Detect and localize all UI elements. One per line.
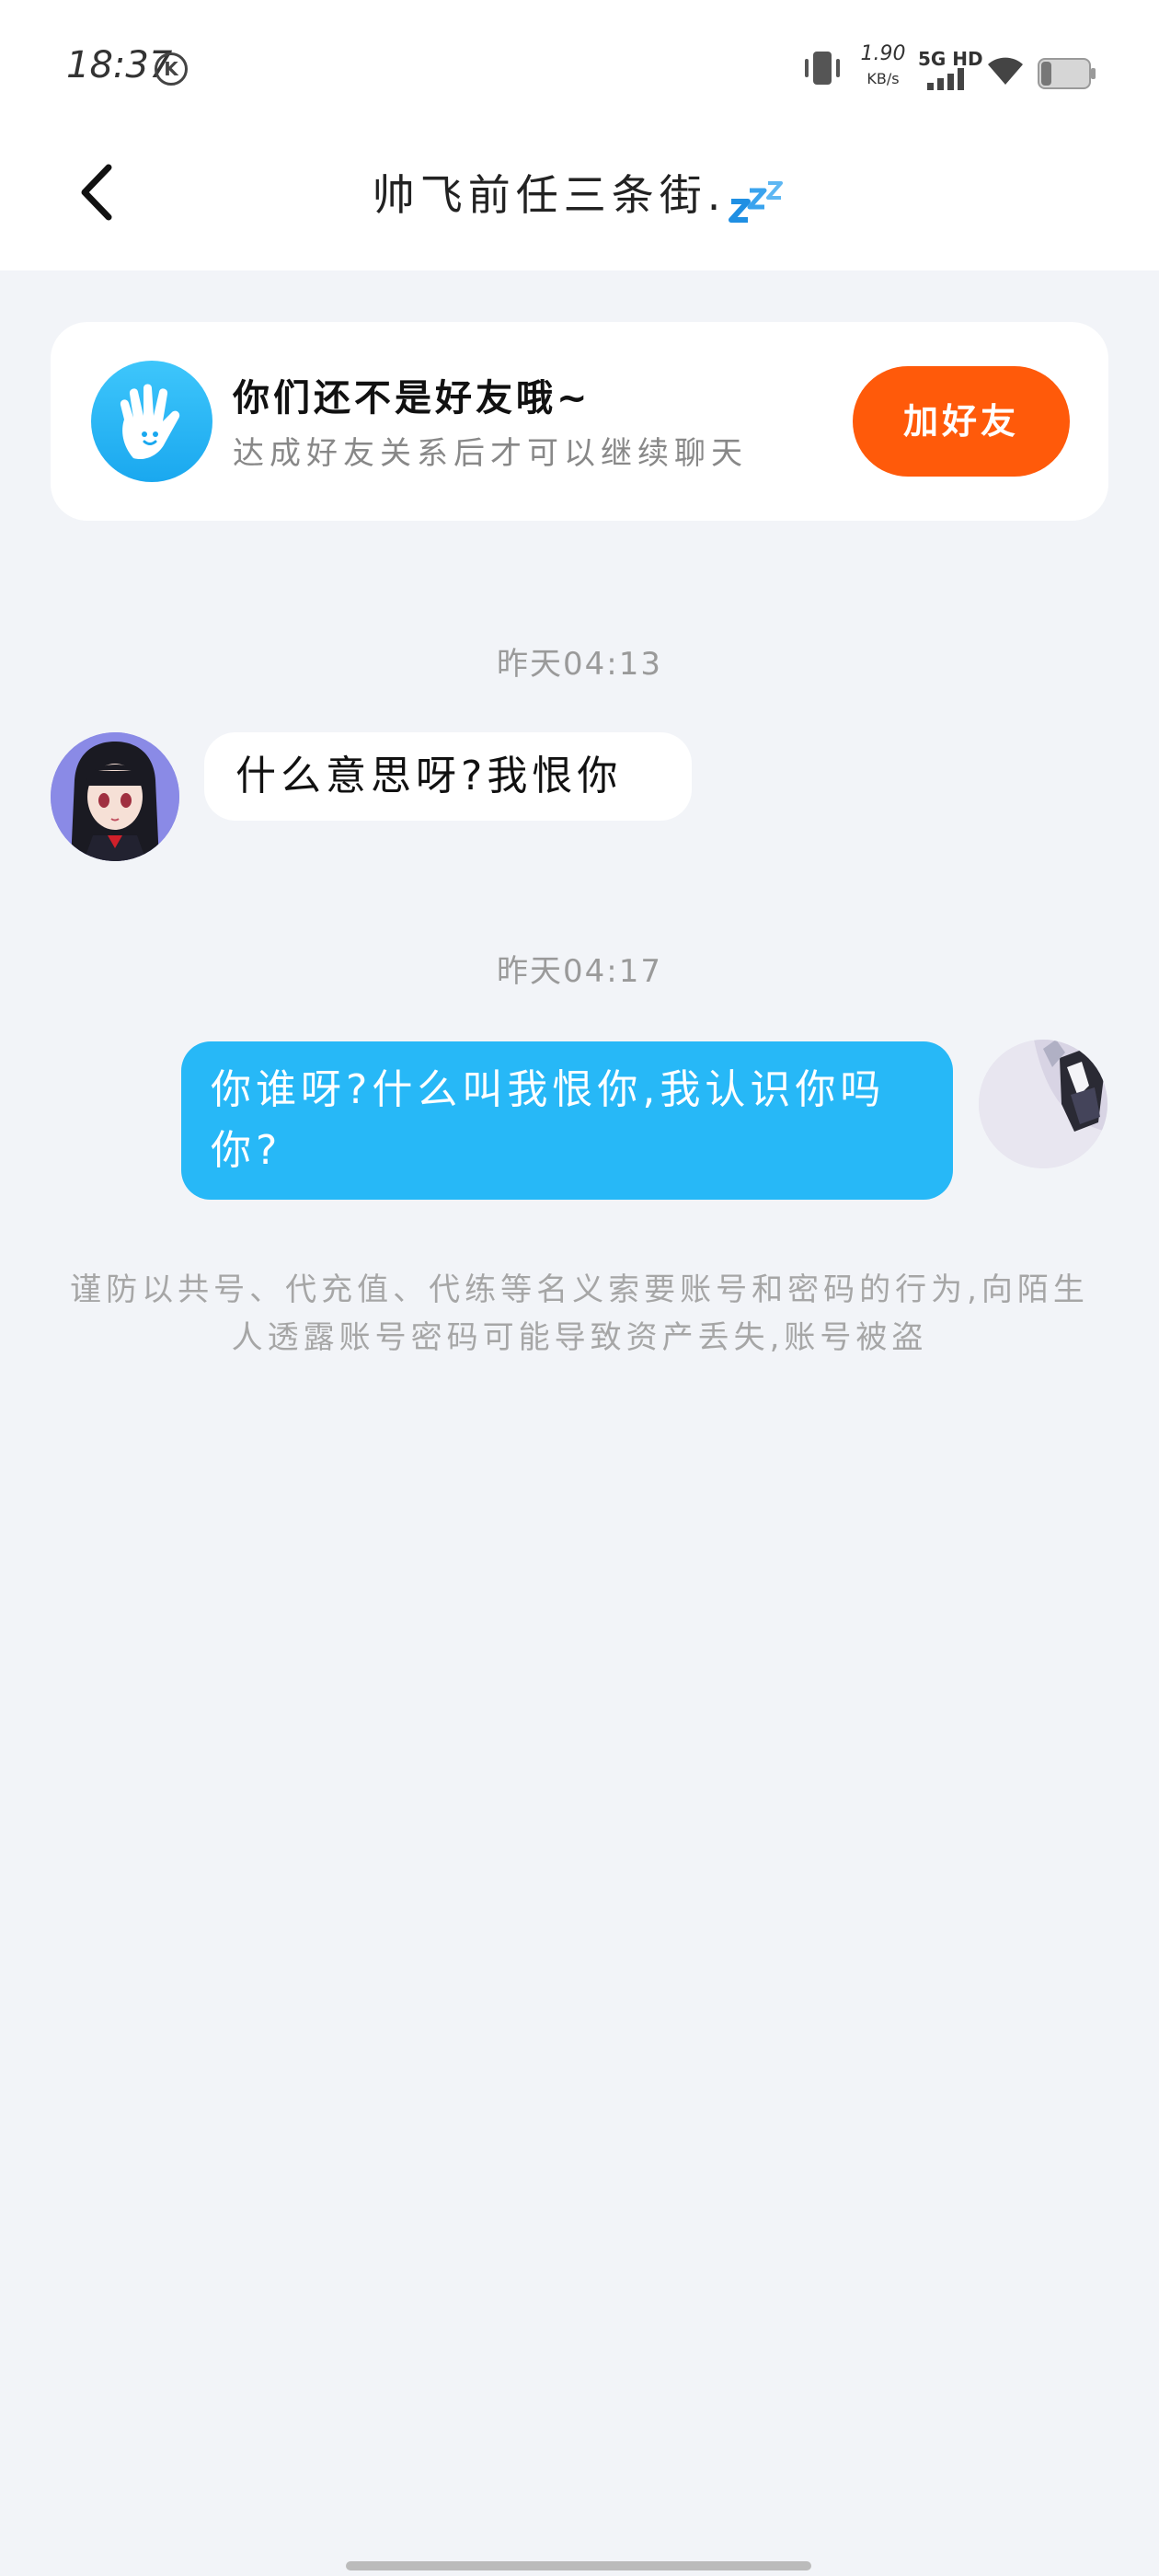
not-friends-banner: 你们还不是好友哦~ 达成好友关系后才可以继续聊天 加好友	[51, 322, 1108, 521]
waving-hand-icon	[91, 361, 212, 482]
network-type: 5G HD	[918, 48, 983, 70]
zzz-icon	[729, 180, 784, 223]
add-friend-button[interactable]: 加好友	[853, 366, 1070, 477]
chat-title-text: 帅飞前任三条街.	[372, 170, 727, 220]
wifi-icon	[988, 57, 1023, 85]
banner-title: 你们还不是好友哦~	[233, 377, 591, 420]
message-timestamp: 昨天04:17	[497, 953, 662, 990]
message-timestamp: 昨天04:13	[497, 646, 662, 683]
vibrate-icon	[805, 52, 840, 85]
network-speed: 1.90 KB/s	[860, 44, 906, 86]
battery-icon	[1038, 58, 1096, 89]
status-bar: 18:37 K 1.90 KB/s 5G HD	[0, 0, 1159, 138]
home-indicator[interactable]	[346, 2561, 811, 2570]
sent-message-bubble[interactable]: 你谁呀?什么叫我恨你,我认识你吗你?	[181, 1041, 953, 1200]
signal-icon	[927, 68, 964, 90]
user-avatar[interactable]	[979, 1040, 1107, 1168]
network-speed-unit: KB/s	[866, 70, 900, 87]
network-speed-value: 1.90	[860, 42, 906, 65]
security-notice: 谨防以共号、代充值、代练等名义索要账号和密码的行为,向陌生人透露账号密码可能导致…	[70, 1271, 1089, 1356]
banner-subtitle: 达成好友关系后才可以继续聊天	[233, 435, 748, 472]
chat-title: 帅飞前任三条街.	[0, 162, 1159, 224]
chat-header: 帅飞前任三条街.	[0, 138, 1159, 270]
contact-avatar[interactable]	[51, 732, 179, 861]
k-icon: K	[155, 52, 188, 86]
received-message-bubble[interactable]: 什么意思呀?我恨你	[204, 732, 692, 821]
